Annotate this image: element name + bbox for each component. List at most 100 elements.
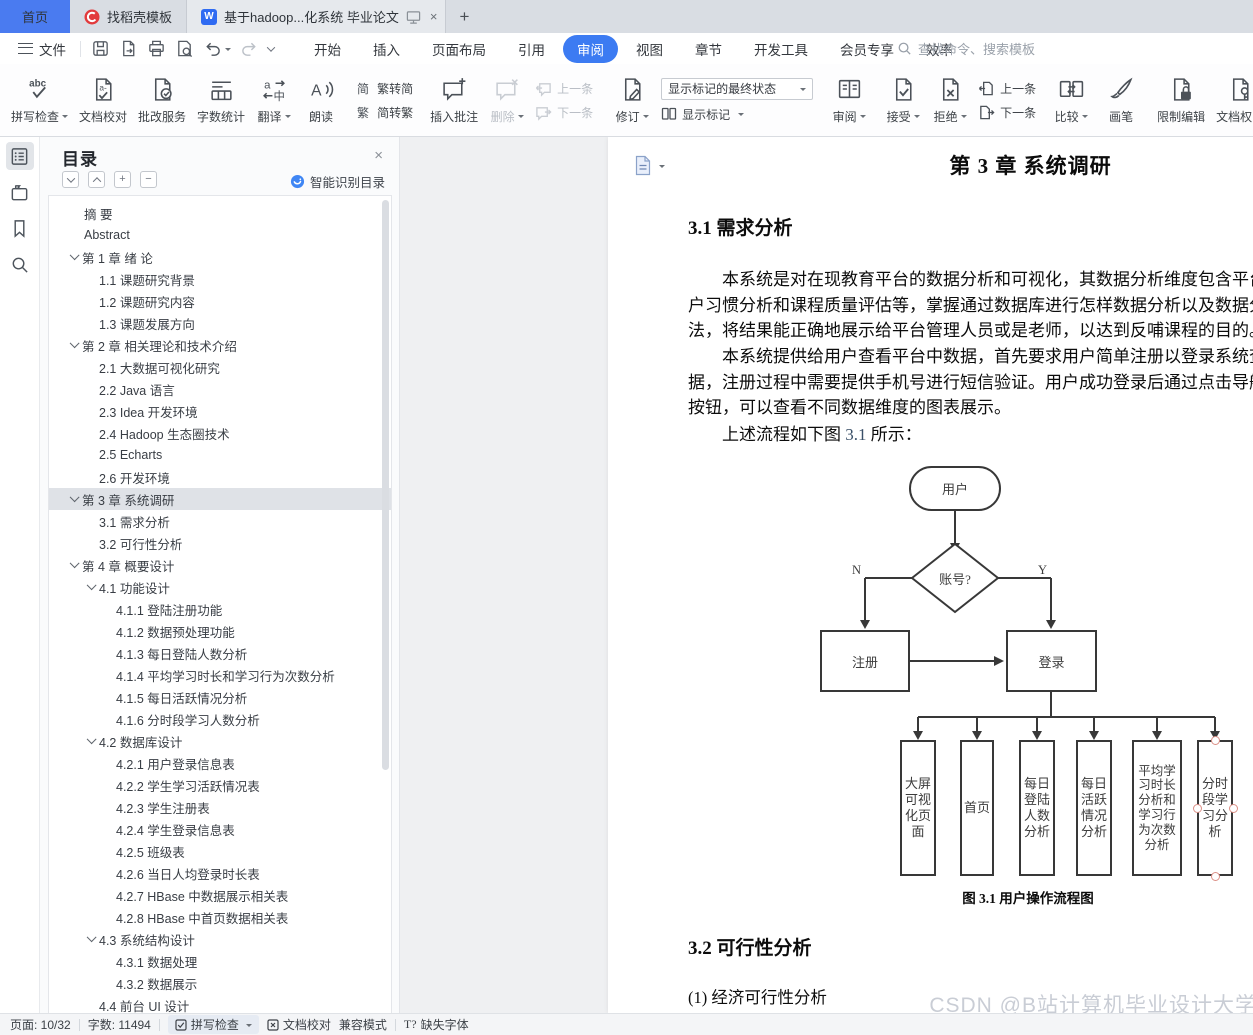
toc-item[interactable]: 4.2.2 学生学习活跃情况表	[49, 774, 391, 796]
selection-handle[interactable]	[1211, 736, 1220, 745]
toc-item[interactable]: 4.1.4 平均学习时长和学习行为次数分析	[49, 664, 391, 686]
toc-item[interactable]: 4.4 前台 UI 设计	[49, 994, 391, 1015]
toc-item[interactable]: 1.1 课题研究背景	[49, 268, 391, 290]
simp-to-trad-button[interactable]: 繁 简转繁	[356, 104, 413, 121]
toc-item[interactable]: 4.2.5 班级表	[49, 840, 391, 862]
menu-item[interactable]: 章节	[681, 35, 736, 63]
spell-check-button[interactable]: abc 拼写检查	[6, 72, 73, 129]
brush-button[interactable]: 画笔	[1098, 64, 1144, 136]
redo-button[interactable]	[240, 39, 259, 58]
next-revision-button[interactable]: 下一条	[978, 104, 1036, 121]
toc-item[interactable]: 4.1.5 每日活跃情况分析	[49, 686, 391, 708]
print-button[interactable]	[147, 39, 166, 58]
compare-button[interactable]: 比较	[1048, 64, 1094, 136]
toc-item[interactable]: 4.1.3 每日登陆人数分析	[49, 642, 391, 664]
spell-check-toggle[interactable]: 拼写检查	[168, 1015, 259, 1034]
menu-item[interactable]: 开发工具	[740, 35, 822, 63]
toc-item[interactable]: Abstract	[49, 224, 391, 246]
toc-item[interactable]: 4.2.1 用户登录信息表	[49, 752, 391, 774]
toc-item[interactable]: 第 3 章 系统调研	[49, 488, 391, 510]
flow-branch-node[interactable]: 每日活跃情况分析	[1076, 740, 1112, 876]
file-menu-button[interactable]: 文件	[10, 39, 74, 59]
menu-item[interactable]: 插入	[359, 35, 414, 63]
page-indicator[interactable]: 页面: 10/32	[10, 1016, 71, 1033]
doc-proofread-button[interactable]: a- 文档校对	[74, 72, 132, 129]
flow-start-node[interactable]: 用户	[909, 466, 1001, 511]
toc-item[interactable]: 2.3 Idea 开发环境	[49, 400, 391, 422]
flow-branch-node[interactable]: 大屏可视化页面	[900, 740, 936, 876]
flow-decision-label[interactable]: 账号?	[912, 562, 998, 594]
flow-register-node[interactable]: 注册	[820, 630, 910, 692]
toc-item[interactable]: 4.2.8 HBase 中首页数据相关表	[49, 906, 391, 928]
toc-item[interactable]: 第 2 章 相关理论和技术介绍	[49, 334, 391, 356]
expand-all-button[interactable]: +	[114, 171, 131, 188]
document-page[interactable]: 第 3 章 系统调研 3.1 需求分析 本系统是对在现教育平台的数据分析和可视化…	[608, 137, 1253, 1013]
collapse-all-button[interactable]: −	[140, 171, 157, 188]
menu-item[interactable]: 会员专享	[826, 35, 908, 63]
toc-item[interactable]: 4.3.2 数据展示	[49, 972, 391, 994]
export-button[interactable]	[119, 39, 138, 58]
word-count-button[interactable]: 字数统计	[192, 72, 250, 129]
toc-item[interactable]: 4.2 数据库设计	[49, 730, 391, 752]
toc-item[interactable]: 第 4 章 概要设计	[49, 554, 391, 576]
next-comment-button[interactable]: 下一条	[535, 104, 593, 121]
present-mode-icon[interactable]	[406, 9, 421, 25]
print-preview-button[interactable]	[175, 39, 194, 58]
flow-branch-node[interactable]: 首页	[960, 740, 994, 876]
toc-item[interactable]: 4.3 系统结构设计	[49, 928, 391, 950]
undo-button[interactable]	[203, 39, 231, 58]
toc-item[interactable]: 1.3 课题发展方向	[49, 312, 391, 334]
bookmark-panel-button[interactable]	[6, 214, 34, 242]
toc-item[interactable]: 4.3.1 数据处理	[49, 950, 391, 972]
flow-branch-node-selected[interactable]: 分时段学习分析	[1197, 740, 1233, 876]
save-button[interactable]	[91, 39, 110, 58]
toc-item[interactable]: 2.5 Echarts	[49, 444, 391, 466]
tab-docer-templates[interactable]: 找稻壳模板	[70, 0, 186, 33]
toc-item[interactable]: 2.6 开发环境	[49, 466, 391, 488]
find-panel-button[interactable]	[6, 250, 34, 278]
doc-permission-button[interactable]: 文档权限	[1211, 72, 1253, 129]
restrict-edit-button[interactable]: 限制编辑	[1152, 72, 1210, 129]
compat-mode-indicator[interactable]: 兼容模式	[339, 1016, 387, 1033]
word-count-indicator[interactable]: 字数: 11494	[88, 1016, 151, 1033]
flow-branch-node[interactable]: 每日登陆人数分析	[1019, 740, 1055, 876]
expand-down-button[interactable]	[62, 171, 79, 188]
close-icon[interactable]: ×	[374, 147, 383, 164]
collapse-up-button[interactable]	[88, 171, 105, 188]
toc-item[interactable]: 4.2.7 HBase 中数据展示相关表	[49, 884, 391, 906]
delete-comment-button[interactable]: 删除	[484, 72, 530, 129]
flow-branch-node[interactable]: 平均学习时长分析和学习行为次数分析	[1132, 740, 1182, 876]
toc-item[interactable]: 第 1 章 绪 论	[49, 246, 391, 268]
toc-item[interactable]: 4.2.6 当日人均登录时长表	[49, 862, 391, 884]
tab-home[interactable]: 首页	[0, 0, 70, 33]
markup-state-dropdown[interactable]: 显示标记的最终状态	[661, 78, 813, 100]
toc-item[interactable]: 4.1 功能设计	[49, 576, 391, 598]
missing-font-indicator[interactable]: T? 缺失字体	[404, 1016, 469, 1033]
toc-item[interactable]: 4.1.1 登陆注册功能	[49, 598, 391, 620]
toc-item[interactable]: 4.1.6 分时段学习人数分析	[49, 708, 391, 730]
revision-button[interactable]: 修订	[609, 72, 655, 129]
flow-login-node[interactable]: 登录	[1006, 630, 1097, 692]
menu-item[interactable]: 审阅	[563, 35, 618, 63]
toc-panel-button[interactable]	[6, 142, 34, 170]
show-markup-button[interactable]: 显示标记	[661, 106, 813, 123]
flowchart-figure[interactable]: 用户 账号? N Y 注册 登录 大屏可视化页面 首页 每日登陆人数分析 每日活…	[808, 463, 1248, 913]
review-pane-button[interactable]: 审阅	[826, 64, 872, 136]
read-aloud-button[interactable]: A 朗读	[298, 72, 344, 129]
prev-comment-button[interactable]: 上一条	[535, 80, 593, 97]
smart-recognize-button[interactable]: 智能识别目录	[290, 172, 385, 191]
toc-item[interactable]: 2.2 Java 语言	[49, 378, 391, 400]
toc-item[interactable]: 3.2 可行性分析	[49, 532, 391, 554]
accept-button[interactable]: 接受	[880, 72, 926, 129]
doc-proof-status[interactable]: 文档校对	[267, 1016, 331, 1033]
insert-comment-button[interactable]: 插入批注	[425, 72, 483, 129]
menu-item[interactable]: 引用	[504, 35, 559, 63]
menu-item[interactable]: 页面布局	[418, 35, 500, 63]
comments-panel-button[interactable]	[6, 178, 34, 206]
tab-document[interactable]: W 基于hadoop...化系统 毕业论文 ×	[186, 0, 446, 33]
close-tab-icon[interactable]: ×	[430, 9, 438, 24]
toc-item[interactable]: 4.2.3 学生注册表	[49, 796, 391, 818]
selection-handle[interactable]	[1229, 804, 1238, 813]
command-search[interactable]: 查找命令、搜索模板	[897, 33, 1035, 64]
menu-item[interactable]: 视图	[622, 35, 677, 63]
